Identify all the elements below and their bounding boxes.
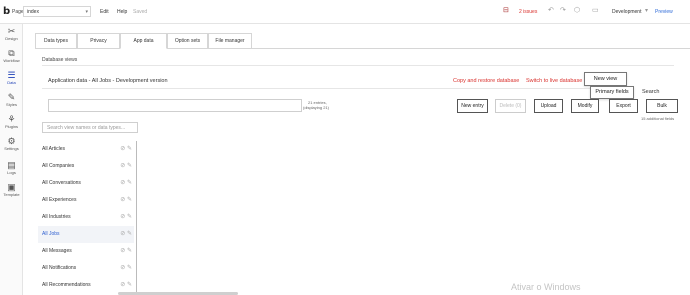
sidebar-item-logs[interactable]: ▤ Logs <box>0 160 23 175</box>
tab-privacy[interactable]: Privacy <box>77 33 120 49</box>
header-divider <box>42 88 632 89</box>
page-label: Page <box>12 9 24 15</box>
additional-fields-note: 15 additional fields <box>641 116 675 121</box>
switch-live-link[interactable]: Switch to live database <box>526 78 582 84</box>
help-menu[interactable]: Help <box>117 9 127 15</box>
chevron-down-icon: ▾ <box>85 9 88 15</box>
bubble-logo: b <box>3 6 11 17</box>
plug-icon: ⚘ <box>7 114 16 124</box>
sidebar-item-template[interactable]: ▣ Template <box>0 182 23 197</box>
database-header: Application data - All Jobs - Developmen… <box>48 78 168 84</box>
database-icon: ☰ <box>7 70 16 80</box>
bulk-button[interactable]: Bulk <box>646 99 678 113</box>
issues-indicator[interactable]: 2 issues <box>519 9 537 15</box>
edit-icon[interactable]: ⊘ ✎ <box>120 243 132 260</box>
edit-icon[interactable]: ⊘ ✎ <box>120 226 132 243</box>
section-divider <box>42 65 674 66</box>
redo-icon[interactable]: ↷ <box>560 6 566 14</box>
list-item[interactable]: All Experiences ⊘ ✎ <box>38 192 134 209</box>
list-item[interactable]: All Conversations ⊘ ✎ <box>38 175 134 192</box>
list-item[interactable]: All Notifications ⊘ ✎ <box>38 260 134 277</box>
page-selector-value: index <box>27 9 39 15</box>
list-item[interactable]: All Industries ⊘ ✎ <box>38 209 134 226</box>
page-selector[interactable]: index ▾ <box>23 6 91 17</box>
tab-option-sets[interactable]: Option sets <box>167 33 208 49</box>
entries-search-input[interactable] <box>48 99 302 112</box>
edit-icon[interactable]: ⊘ ✎ <box>120 209 132 226</box>
template-icon: ▣ <box>7 182 16 192</box>
primary-fields-button[interactable]: Primary fields <box>590 86 634 99</box>
saved-status: Saved <box>133 9 148 15</box>
scissors-icon: ✂ <box>7 26 16 36</box>
sidebar: ✂ Design ⧉ Workflow ☰ Data ✎ Styles ⚘ Pl… <box>0 24 23 295</box>
tab-app-data[interactable]: App data <box>120 33 167 49</box>
sidebar-item-data[interactable]: ☰ Data <box>0 70 23 85</box>
monitor-icon[interactable]: ▭ <box>592 6 599 14</box>
chevron-down-icon: ▾ <box>645 8 649 14</box>
sidebar-item-workflow[interactable]: ⧉ Workflow <box>0 48 23 63</box>
tab-data-types[interactable]: Data types <box>35 33 77 49</box>
entries-count: 21 entries, (displaying 21) <box>303 100 330 110</box>
list-item-selected[interactable]: All Jobs ⊘ ✎ <box>38 226 134 243</box>
version-selector[interactable]: Development <box>612 9 641 15</box>
copy-restore-link[interactable]: Copy and restore database <box>453 78 519 84</box>
view-search-input[interactable]: Search view names or data types... <box>42 122 138 133</box>
delete-button[interactable]: Delete (0) <box>495 99 526 113</box>
section-title: Database views <box>42 57 78 63</box>
edit-icon[interactable]: ⊘ ✎ <box>120 260 132 277</box>
upload-button[interactable]: Upload <box>534 99 563 113</box>
deploy-icon[interactable]: ⬡ <box>574 6 580 14</box>
sidebar-item-design[interactable]: ✂ Design <box>0 26 23 41</box>
search-label: Search <box>642 89 660 95</box>
sidebar-item-styles[interactable]: ✎ Styles <box>0 92 23 107</box>
undo-icon[interactable]: ↶ <box>548 6 554 14</box>
list-divider <box>136 141 137 295</box>
windows-activation-watermark: Ativar o Windows <box>511 282 581 292</box>
list-item[interactable]: All Companies ⊘ ✎ <box>38 158 134 175</box>
brush-icon: ✎ <box>7 92 16 102</box>
edit-icon[interactable]: ⊘ ✎ <box>120 192 132 209</box>
list-item[interactable]: All Messages ⊘ ✎ <box>38 243 134 260</box>
edit-icon[interactable]: ⊘ ✎ <box>120 158 132 175</box>
gear-icon: ⚙ <box>7 136 16 146</box>
preview-link[interactable]: Preview <box>655 9 673 15</box>
edit-menu[interactable]: Edit <box>100 9 109 15</box>
modify-button[interactable]: Modify <box>571 99 599 113</box>
list-item[interactable]: All Articles ⊘ ✎ <box>38 141 134 158</box>
tab-file-manager[interactable]: File manager <box>208 33 252 49</box>
edit-icon[interactable]: ⊘ ✎ <box>120 141 132 158</box>
top-bar: b Page index ▾ Edit Help Saved ⊟ 2 issue… <box>0 0 690 24</box>
debugger-icon[interactable]: ⊟ <box>503 6 509 14</box>
sidebar-item-settings[interactable]: ⚙ Settings <box>0 136 23 151</box>
edit-icon[interactable]: ⊘ ✎ <box>120 175 132 192</box>
logs-icon: ▤ <box>7 160 16 170</box>
export-button[interactable]: Export <box>609 99 638 113</box>
workflow-icon: ⧉ <box>8 48 15 58</box>
sidebar-item-plugins[interactable]: ⚘ Plugins <box>0 114 23 129</box>
new-view-button[interactable]: New view <box>584 72 627 86</box>
new-entry-button[interactable]: New entry <box>457 99 488 113</box>
